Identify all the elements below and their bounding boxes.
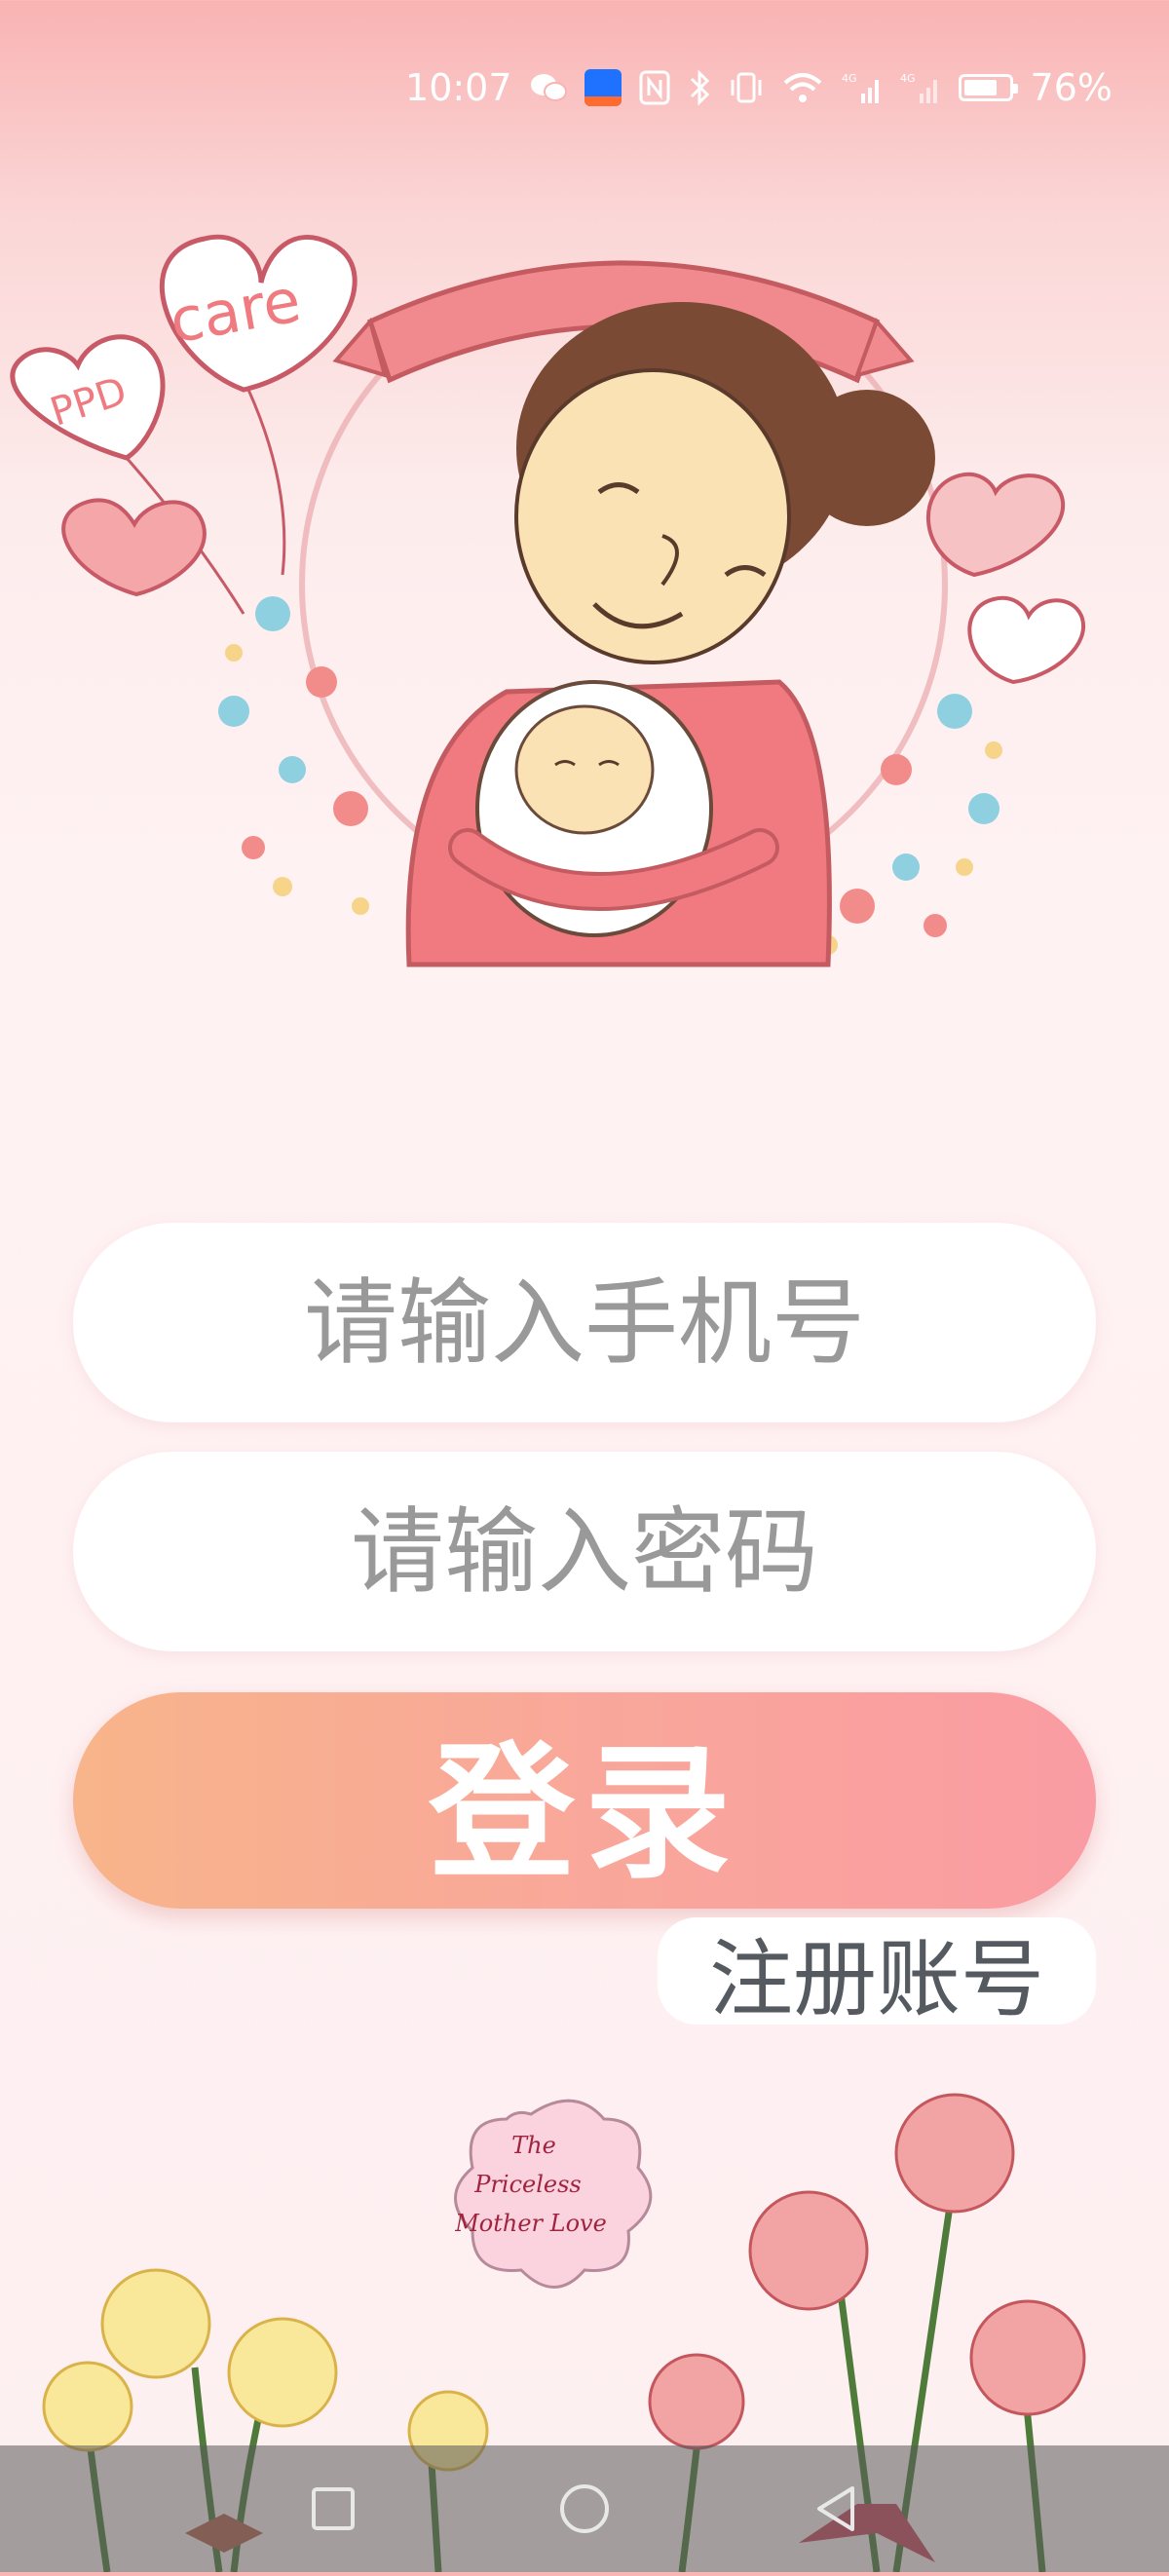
home-icon[interactable]: [507, 2445, 662, 2572]
badge-line: Priceless: [473, 2171, 581, 2198]
password-input[interactable]: [144, 1492, 1025, 1611]
status-icons: 10:07 4G 4G 76%: [405, 58, 1112, 117]
badge-line: The: [511, 2132, 556, 2159]
vibrate-icon: [729, 70, 764, 105]
battery-icon: [958, 74, 1018, 101]
battery-percent: 76%: [1030, 66, 1112, 109]
bluetooth-icon: [688, 69, 711, 106]
status-time: 10:07: [405, 66, 512, 109]
mother-baby-illustration: care PPD: [0, 166, 1169, 1023]
register-account-link[interactable]: 注册账号: [658, 1917, 1096, 2028]
password-input-container: [73, 1452, 1096, 1651]
back-icon[interactable]: [758, 2445, 914, 2572]
login-button[interactable]: 登录: [73, 1692, 1096, 1909]
phone-input-container: [73, 1223, 1096, 1422]
badge-line: Mother Love: [454, 2210, 607, 2237]
app-notification-icon: [584, 69, 622, 106]
wechat-icon: [530, 72, 567, 103]
status-bar: 10:07 4G 4G 76%: [0, 0, 1169, 166]
signal-4g-icon: 4G: [900, 70, 941, 105]
system-navigation-bar: [0, 2445, 1169, 2572]
wifi-icon: [781, 71, 824, 104]
svg-text:4G: 4G: [842, 72, 857, 85]
svg-text:4G: 4G: [900, 72, 916, 85]
signal-4g-icon: 4G: [842, 70, 883, 105]
nfc-icon: [639, 70, 670, 105]
phone-input[interactable]: [144, 1263, 1025, 1383]
recents-icon[interactable]: [255, 2445, 411, 2572]
priceless-mother-love-badge: The Priceless Mother Love: [454, 2099, 653, 2289]
